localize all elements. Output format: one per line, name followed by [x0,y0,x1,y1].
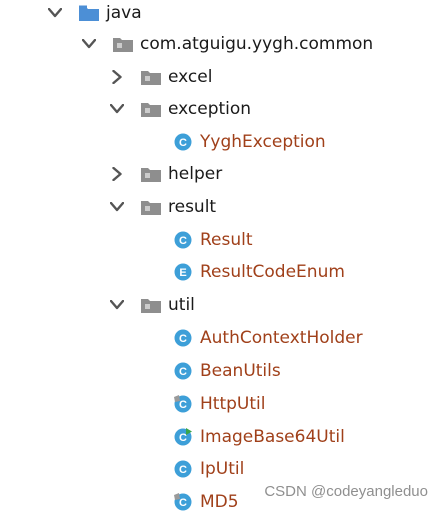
svg-text:C: C [179,333,187,345]
tree-row-result-package[interactable]: result [108,194,216,220]
svg-text:C: C [179,235,187,247]
tree-row-common-package[interactable]: com.atguigu.yygh.common [80,31,373,57]
class-icon: C [174,395,192,413]
class-icon: C [174,231,192,249]
tree-row-label: BeanUtils [200,361,281,381]
tree-row-label: result [168,197,217,217]
package-folder-icon [140,165,162,183]
package-folder-icon [140,100,162,118]
chevron-right-icon[interactable] [108,68,126,86]
package-folder-icon [112,35,134,53]
tree-row-beanutils[interactable]: C BeanUtils [174,358,281,384]
package-folder-icon [140,198,162,216]
tree-row-java[interactable]: java [46,0,142,26]
class-icon: C [174,362,192,380]
svg-text:C: C [179,497,187,509]
tree-row-label: ResultCodeEnum [200,262,345,282]
tree-row-httputil[interactable]: C HttpUtil [174,391,265,417]
tree-row-helper[interactable]: helper [108,161,222,187]
tree-row-result-class[interactable]: C Result [174,227,253,253]
watermark-text: CSDN @codeyangleduo [264,483,428,500]
tree-row-yyghexception[interactable]: C YyghException [174,129,326,155]
tree-row-label: helper [168,164,223,184]
tree-row-label: exception [168,99,252,119]
tree-row-label: util [168,295,195,315]
tree-row-authcontextholder[interactable]: C AuthContextHolder [174,325,363,351]
tree-row-iputil[interactable]: C IpUtil [174,456,244,482]
tree-row-label: MD5 [200,492,239,512]
enum-icon: E [174,263,192,281]
tree-row-label: com.atguigu.yygh.common [140,34,374,54]
package-folder-icon [140,296,162,314]
package-folder-icon [140,68,162,86]
svg-text:C: C [179,137,187,149]
class-icon: C [174,329,192,347]
tree-row-md5[interactable]: C MD5 [174,489,239,515]
chevron-down-icon[interactable] [80,35,98,53]
tree-row-label: YyghException [200,132,326,152]
chevron-down-icon[interactable] [108,198,126,216]
class-icon: C [174,460,192,478]
tree-row-util[interactable]: util [108,292,195,318]
tree-row-label: IpUtil [200,459,245,479]
tree-row-imagebase64util[interactable]: C ImageBase64Util [174,424,345,450]
source-folder-icon [78,4,100,22]
tree-row-label: ImageBase64Util [200,427,345,447]
chevron-down-icon[interactable] [46,4,64,22]
tree-row-label: AuthContextHolder [200,328,363,348]
class-icon: C [174,133,192,151]
tree-row-excel[interactable]: excel [108,64,212,90]
tree-row-exception[interactable]: exception [108,96,251,122]
svg-text:C: C [179,366,187,378]
svg-text:E: E [179,267,186,279]
svg-text:C: C [179,432,187,444]
class-icon: C [174,493,192,511]
tree-row-label: java [106,3,142,23]
chevron-down-icon[interactable] [108,296,126,314]
runnable-class-icon: C [174,428,192,446]
tree-row-label: excel [168,67,213,87]
chevron-right-icon[interactable] [108,165,126,183]
svg-text:C: C [179,464,187,476]
tree-row-resultcodeenum[interactable]: E ResultCodeEnum [174,259,345,285]
svg-text:C: C [179,399,187,411]
tree-row-label: HttpUtil [200,394,266,414]
tree-row-label: Result [200,230,253,250]
chevron-down-icon[interactable] [108,100,126,118]
